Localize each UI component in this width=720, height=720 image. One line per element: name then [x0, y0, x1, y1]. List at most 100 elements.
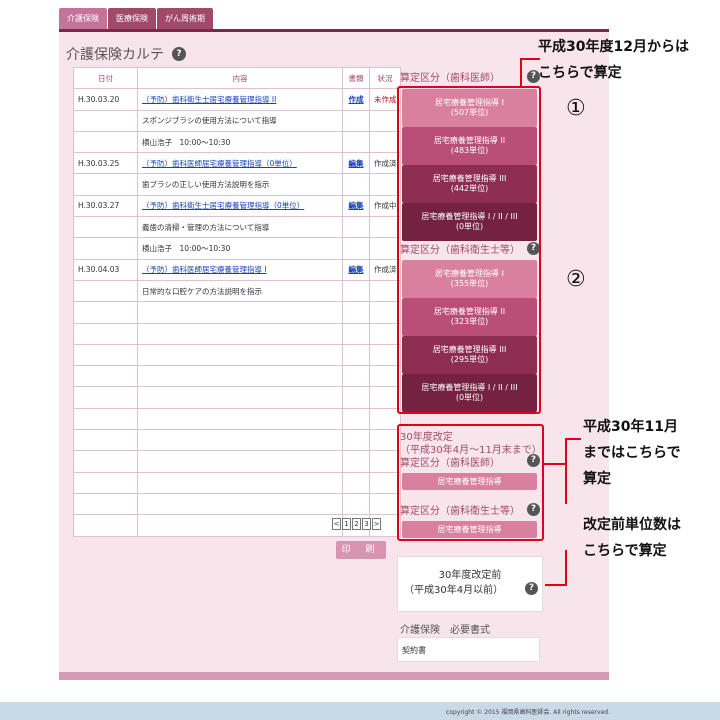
row-content-link[interactable]: （予防）歯科医師居宅療養管理指導（0単位） [137, 152, 343, 175]
pager-page-1[interactable]: 1 [342, 518, 351, 530]
row-document [342, 216, 370, 239]
table-row: 横山浩子 10:00〜10:30 [73, 130, 401, 154]
empty-cell [342, 450, 370, 473]
empty-cell [369, 343, 401, 367]
row-date [73, 237, 138, 260]
row-content: 横山浩子 10:00〜10:30 [137, 130, 343, 154]
empty-cell [73, 450, 138, 473]
row-document-link[interactable]: 編集 [342, 194, 370, 218]
empty-cell [73, 407, 138, 431]
pager-page-2[interactable]: 2 [352, 518, 361, 530]
empty-cell [137, 450, 343, 473]
help-icon[interactable]: ? [172, 47, 186, 61]
table-row-empty [73, 429, 401, 452]
row-status: 未作成 [369, 88, 401, 111]
row-document [342, 130, 370, 154]
empty-cell [369, 471, 401, 494]
empty-cell [137, 301, 343, 324]
row-content-link[interactable]: （予防）歯科医師居宅療養管理指導 I [137, 258, 343, 281]
table-row-empty [73, 407, 401, 431]
empty-cell [342, 492, 370, 516]
tab-gan[interactable]: がん周術期 [157, 8, 213, 30]
row-document [342, 173, 370, 196]
table-header-row: 日付 内容 書類 状況 [73, 66, 401, 90]
row-date: H.30.03.20 [73, 88, 138, 111]
empty-cell [73, 386, 138, 409]
row-date [73, 109, 138, 132]
contract-link[interactable]: 契約書 [402, 645, 426, 656]
table-row: H.30.04.03 （予防）歯科医師居宅療養管理指導 I 編集 作成済 [73, 258, 401, 281]
row-status [369, 173, 401, 196]
panel-footer-bar [59, 672, 609, 680]
pre-revision-title: 30年度改定前 [438, 570, 502, 581]
page-title-row: 介護保険カルテ ? [66, 44, 186, 64]
print-button[interactable]: 印 刷 [336, 541, 386, 559]
row-document-link[interactable]: 編集 [342, 152, 370, 175]
callout-text: こちらで算定 [583, 543, 667, 559]
empty-cell [369, 429, 401, 452]
row-date [73, 216, 138, 239]
column-header-content: 内容 [137, 66, 343, 90]
callout-from-dec-2018: 平成30年度12月からは こちらで算定 [538, 34, 689, 86]
callout-connector [544, 463, 566, 465]
empty-cell [369, 301, 401, 324]
row-document-link[interactable]: 編集 [342, 258, 370, 281]
empty-cell [137, 429, 343, 452]
row-date [73, 173, 138, 196]
empty-cell [137, 386, 343, 409]
required-documents-label: 介護保険 必要書式 [400, 625, 490, 636]
row-document [342, 109, 370, 132]
row-status: 作成済 [369, 258, 401, 281]
callout-text: 算定 [583, 471, 611, 487]
table-row: H.30.03.27 （予防）歯科衛生士居宅療養管理指導（0単位） 編集 作成中 [73, 194, 401, 218]
empty-cell [369, 365, 401, 388]
pre-revision-period: （平成30年4月以前） [404, 585, 504, 596]
tab-kaigo[interactable]: 介護保険 [59, 8, 107, 30]
row-date [73, 279, 138, 303]
table-row: 歯ブラシの正しい使用方法説明を指示 [73, 173, 401, 196]
row-content-link[interactable]: （予防）歯科衛生士居宅療養管理指導 II [137, 88, 343, 111]
pager-page-3[interactable]: 3 [362, 518, 371, 530]
empty-cell [73, 343, 138, 367]
empty-cell [369, 386, 401, 409]
empty-cell [73, 471, 138, 494]
row-content: 日常的な口腔ケアの方法説明を指示 [137, 279, 343, 303]
empty-cell [137, 492, 343, 516]
row-status: 作成中 [369, 194, 401, 218]
pagination: < 1 2 3 > [332, 518, 382, 530]
empty-cell [137, 365, 343, 388]
row-status [369, 279, 401, 303]
row-document-link[interactable]: 作成 [342, 88, 370, 111]
empty-cell [369, 492, 401, 516]
callout-until-nov-2018: 平成30年11月 まではこちらで 算定 [583, 414, 681, 492]
callout-connector [545, 584, 567, 586]
column-header-document: 書類 [342, 66, 370, 90]
help-icon[interactable]: ? [525, 582, 538, 595]
row-content: 歯ブラシの正しい使用方法説明を指示 [137, 173, 343, 196]
row-content: 横山浩子 10:00〜10:30 [137, 237, 343, 260]
tab-iryo[interactable]: 医療保険 [108, 8, 156, 30]
tab-bar: 介護保険 医療保険 がん周術期 [59, 8, 214, 30]
empty-cell [342, 365, 370, 388]
pager-prev[interactable]: < [332, 518, 341, 530]
callout-text: 平成30年度12月からは [538, 39, 689, 55]
row-date: H.30.04.03 [73, 258, 138, 281]
empty-cell [342, 343, 370, 367]
callout-text: 改定前単位数は [583, 517, 681, 533]
row-status [369, 216, 401, 239]
row-content-link[interactable]: （予防）歯科衛生士居宅療養管理指導（0単位） [137, 194, 343, 218]
column-header-status: 状況 [369, 66, 401, 90]
pager-next[interactable]: > [372, 518, 381, 530]
callout-connector [565, 438, 581, 440]
table-row-empty [73, 492, 401, 516]
copyright-text: copyright © 2015 福岡県歯科医師会. All rights re… [446, 709, 610, 716]
empty-cell [342, 386, 370, 409]
row-status: 作成済 [369, 152, 401, 175]
callout-text: まではこちらで [583, 445, 681, 461]
table-row: H.30.03.25 （予防）歯科医師居宅療養管理指導（0単位） 編集 作成済 [73, 152, 401, 175]
empty-cell [73, 301, 138, 324]
empty-cell [342, 407, 370, 431]
table-row: 日常的な口腔ケアの方法説明を指示 [73, 279, 401, 303]
row-content: スポンジブラシの使用方法について指導 [137, 109, 343, 132]
marker-1: ① [566, 96, 586, 121]
